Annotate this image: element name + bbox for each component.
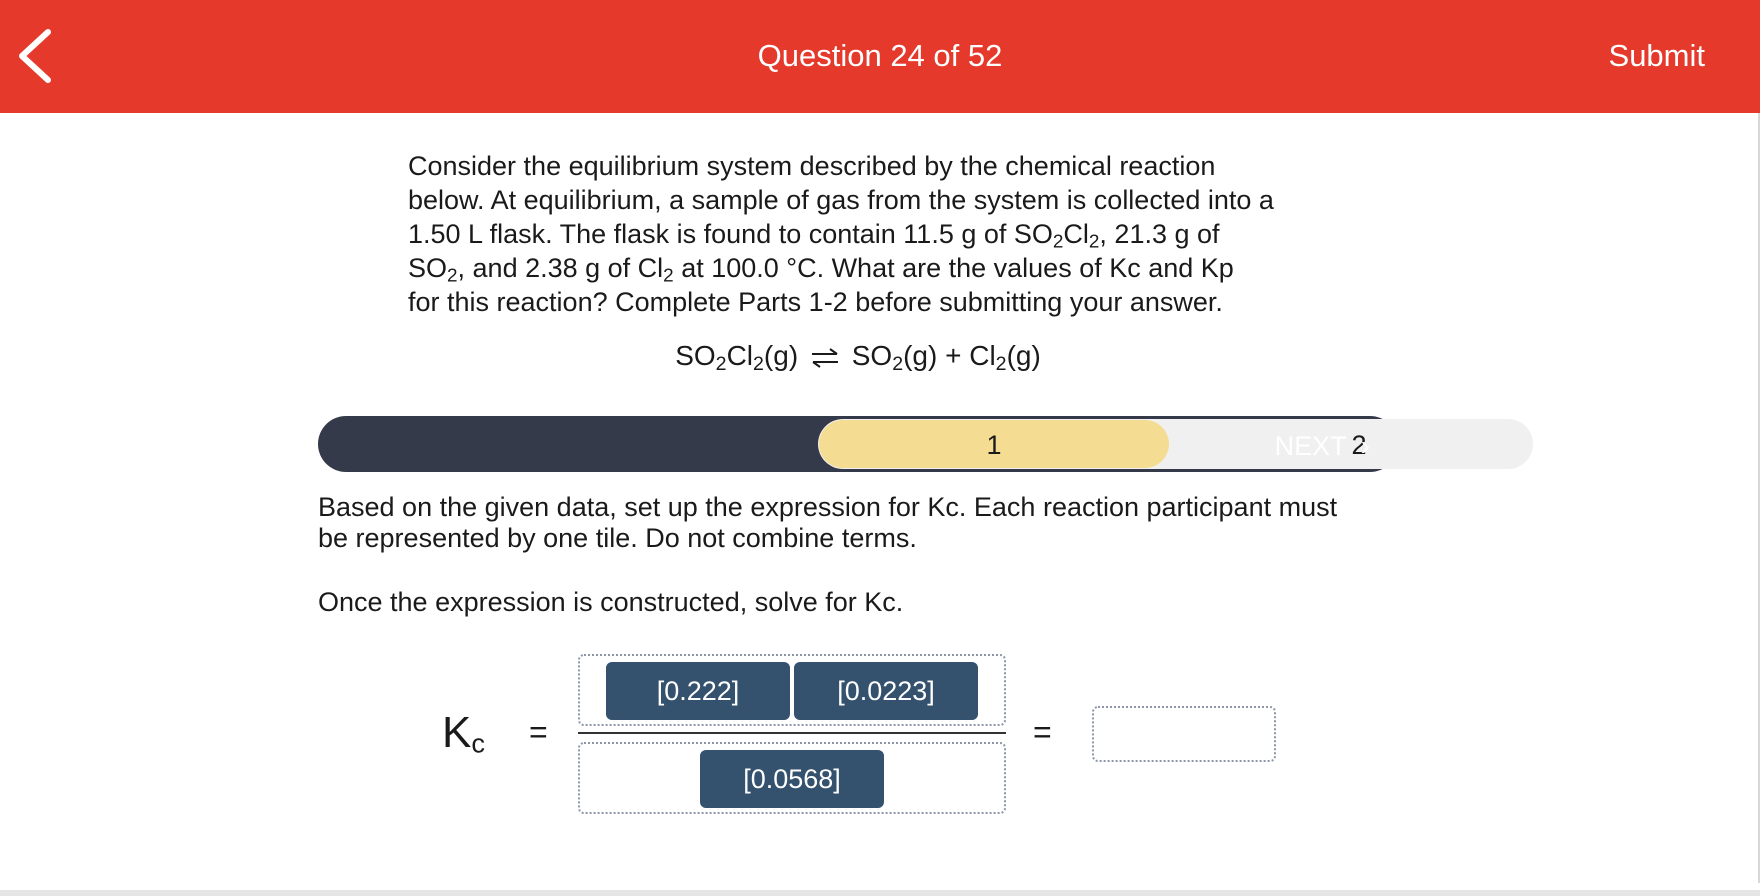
question-line: below. At equilibrium, a sample of gas f…	[408, 185, 1274, 215]
instruction-text: Based on the given data, set up the expr…	[318, 492, 1338, 553]
next-button[interactable]: NEXT ›	[1275, 430, 1370, 462]
question-counter: Question 24 of 52	[757, 38, 1003, 73]
equals-sign: =	[1033, 714, 1052, 750]
denominator-tile[interactable]: [0.0568]	[700, 750, 884, 808]
instruction-text: Once the expression is constructed, solv…	[318, 587, 904, 617]
equilibrium-arrow-icon	[811, 347, 838, 368]
chevron-right-icon: ›	[1360, 430, 1370, 461]
instructions: Based on the given data, set up the expr…	[318, 492, 1418, 618]
fraction-bar	[578, 732, 1006, 734]
question-line: 1.50 L flask. The flask is found to cont…	[408, 219, 1220, 253]
question-line: Consider the equilibrium system describe…	[408, 151, 1216, 181]
next-label: NEXT	[1274, 431, 1347, 461]
submit-button[interactable]: Submit	[1609, 38, 1705, 74]
step-1-label: 1	[986, 430, 1002, 460]
bottom-divider	[0, 890, 1760, 896]
header-bar: Question 24 of 52 Submit	[0, 0, 1760, 113]
part-stepper: 1 2 NEXT ›	[318, 416, 1533, 472]
question-line: for this reaction? Complete Parts 1-2 be…	[408, 287, 1223, 317]
kc-answer-input[interactable]	[1092, 706, 1276, 762]
numerator-tile[interactable]: [0.222]	[606, 662, 790, 720]
numerator-tile[interactable]: [0.0223]	[794, 662, 978, 720]
equals-sign: =	[529, 714, 548, 750]
question-text: Consider the equilibrium system describe…	[408, 149, 1328, 319]
kc-symbol: Kc	[442, 708, 485, 759]
question-line: SO2, and 2.38 g of Cl2 at 100.0 °C. What…	[408, 253, 1234, 287]
reaction-equation: SO2Cl2(g) SO2(g) + Cl2(g)	[675, 340, 1041, 375]
